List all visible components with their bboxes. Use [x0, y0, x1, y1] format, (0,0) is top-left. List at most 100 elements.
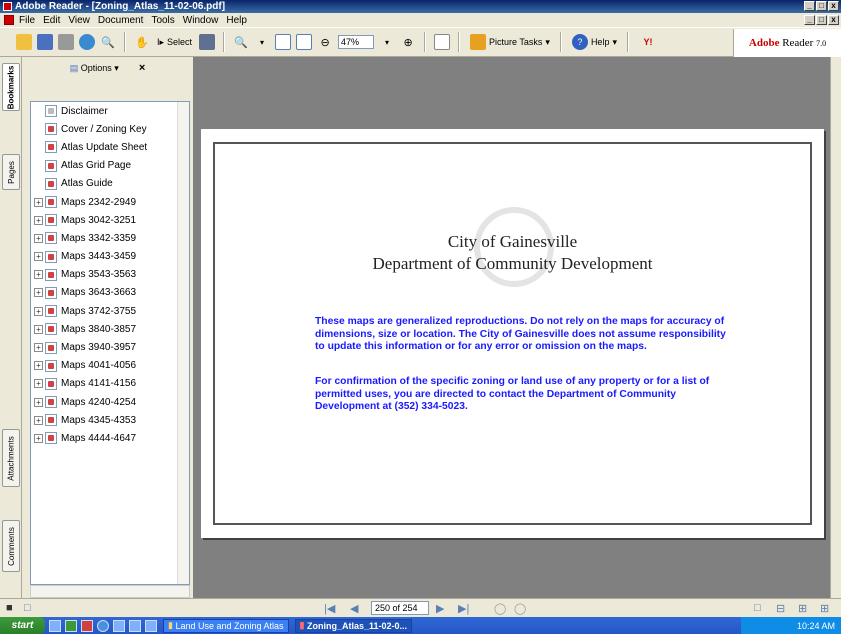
save-icon[interactable]	[37, 34, 53, 50]
previous-page-icon[interactable]: ◀	[350, 602, 358, 615]
select-tool-button[interactable]: I▸ Select	[155, 37, 194, 48]
taskbar-button-zoning-atlas[interactable]: ▮ Zoning_Atlas_11-02-0...	[294, 618, 413, 633]
expand-icon[interactable]: +	[34, 306, 43, 316]
bookmark-item[interactable]: + Maps 2342-2949	[31, 193, 189, 211]
print-icon[interactable]	[58, 34, 74, 50]
rotate-icon[interactable]	[434, 34, 451, 50]
bookmark-horizontal-scrollbar[interactable]	[30, 585, 190, 598]
zoom-input[interactable]: 47%	[338, 35, 375, 49]
expand-icon[interactable]: +	[34, 343, 43, 353]
quicklaunch-excel-icon[interactable]	[65, 619, 77, 632]
bookmark-item[interactable]: + Maps 4141-4156	[31, 375, 189, 393]
start-button[interactable]: start	[0, 617, 45, 634]
yahoo-toolbar-icon[interactable]: Y!	[637, 34, 659, 50]
expand-icon[interactable]: +	[34, 379, 43, 389]
bookmark-item[interactable]: + Maps 3742-3755	[31, 302, 189, 320]
tab-bookmarks[interactable]: Bookmarks	[2, 63, 20, 111]
quicklaunch-icon[interactable]	[113, 619, 125, 632]
tab-attachments[interactable]: Attachments	[2, 429, 20, 487]
document-viewport[interactable]: City of Gainesville Department of Commun…	[193, 57, 830, 598]
document-icon[interactable]	[4, 15, 14, 25]
menu-help[interactable]: Help	[226, 15, 247, 26]
picture-tasks-button[interactable]: Picture Tasks ▾	[468, 34, 552, 50]
search-icon[interactable]: 🔍	[100, 34, 116, 50]
bookmark-item[interactable]: + Maps 3840-3857	[31, 320, 189, 338]
bookmark-item[interactable]: Atlas Grid Page	[31, 157, 189, 175]
next-view-icon[interactable]: ◯	[514, 602, 526, 615]
actual-size-icon[interactable]	[275, 34, 292, 50]
zoom-in-icon[interactable]: ⊕	[400, 34, 416, 50]
doc-restore-button[interactable]: □	[816, 15, 827, 25]
open-icon[interactable]	[16, 34, 32, 50]
bookmark-item[interactable]: + Maps 3342-3359	[31, 229, 189, 247]
taskbar-button-land-use[interactable]: ▮ Land Use and Zoning Atlas	[163, 618, 289, 633]
document-vertical-scrollbar[interactable]	[830, 57, 841, 598]
quicklaunch-ie-icon[interactable]	[97, 619, 109, 632]
quicklaunch-word-icon[interactable]	[49, 619, 61, 632]
doc-close-button[interactable]: x	[828, 15, 839, 25]
menu-window[interactable]: Window	[183, 15, 219, 26]
expand-icon[interactable]: +	[34, 288, 43, 298]
bookmark-item[interactable]: + Maps 3443-3459	[31, 248, 189, 266]
close-panel-icon[interactable]: ×	[139, 62, 145, 74]
bookmark-item[interactable]: Cover / Zoning Key	[31, 120, 189, 138]
zoom-out-icon[interactable]: ⊖	[317, 34, 333, 50]
menu-edit[interactable]: Edit	[43, 15, 60, 26]
bookmark-item[interactable]: Atlas Update Sheet	[31, 138, 189, 156]
bookmark-item[interactable]: + Maps 3042-3251	[31, 211, 189, 229]
tab-comments[interactable]: Comments	[2, 520, 20, 572]
snap-icon[interactable]: □	[24, 602, 31, 614]
hand-tool-icon[interactable]: ✋	[134, 34, 150, 50]
bookmark-scrollbar[interactable]	[177, 102, 189, 584]
expand-icon[interactable]: +	[34, 233, 43, 243]
menu-document[interactable]: Document	[98, 15, 144, 26]
bookmark-item[interactable]: + Maps 3643-3663	[31, 284, 189, 302]
zoom-dropdown-icon[interactable]: ▾	[379, 34, 395, 50]
quicklaunch-icon[interactable]	[129, 619, 141, 632]
next-page-icon[interactable]: ▶	[436, 602, 444, 615]
expand-icon[interactable]: +	[34, 324, 43, 334]
bookmark-item[interactable]: + Maps 4444-4647	[31, 429, 189, 447]
expand-icon[interactable]: +	[34, 197, 43, 207]
doc-minimize-button[interactable]: _	[804, 15, 815, 25]
continuous-facing-icon[interactable]: ⊞	[820, 602, 829, 615]
minimize-button[interactable]: _	[804, 1, 815, 11]
close-button[interactable]: x	[828, 1, 839, 11]
menu-tools[interactable]: Tools	[151, 15, 174, 26]
fit-page-icon[interactable]	[296, 34, 313, 50]
expand-icon[interactable]: +	[34, 361, 43, 371]
expand-icon[interactable]: +	[34, 433, 43, 443]
menu-view[interactable]: View	[68, 15, 90, 26]
quicklaunch-powerpoint-icon[interactable]	[81, 619, 93, 632]
expand-icon[interactable]: +	[34, 270, 43, 280]
options-button[interactable]: ▤ Options ▾	[70, 63, 119, 74]
expand-icon[interactable]: +	[34, 215, 43, 225]
bookmark-item[interactable]: + Maps 4041-4056	[31, 357, 189, 375]
tab-pages[interactable]: Pages	[2, 154, 20, 190]
bookmark-item[interactable]: Atlas Guide	[31, 175, 189, 193]
first-page-icon[interactable]: |◀	[324, 602, 335, 615]
maximize-button[interactable]: □	[816, 1, 827, 11]
expand-icon[interactable]: +	[34, 252, 43, 262]
chevron-down-icon[interactable]: ▾	[254, 34, 270, 50]
expand-icon[interactable]: +	[34, 397, 43, 407]
bookmark-item[interactable]: Disclaimer	[31, 102, 189, 120]
expand-icon[interactable]: +	[34, 415, 43, 425]
menu-file[interactable]: File	[19, 15, 35, 26]
bookmark-item[interactable]: + Maps 4240-4254	[31, 393, 189, 411]
email-icon[interactable]	[79, 34, 95, 50]
clock[interactable]: 10:24 AM	[797, 621, 835, 631]
zoom-in-tool-icon[interactable]: 🔍	[233, 34, 249, 50]
bookmark-item[interactable]: + Maps 3940-3957	[31, 338, 189, 356]
single-page-icon[interactable]: □	[754, 602, 761, 614]
quicklaunch-icon[interactable]	[145, 619, 157, 632]
page-number-field[interactable]: 250 of 254	[371, 601, 429, 615]
facing-icon[interactable]: ⊞	[798, 602, 807, 615]
sticky-icon[interactable]: ■	[6, 602, 13, 614]
bookmark-item[interactable]: + Maps 4345-4353	[31, 411, 189, 429]
last-page-icon[interactable]: ▶|	[458, 602, 469, 615]
snapshot-icon[interactable]	[199, 34, 216, 50]
help-button[interactable]: ? Help ▾	[570, 34, 619, 50]
previous-view-icon[interactable]: ◯	[494, 602, 506, 615]
bookmark-item[interactable]: + Maps 3543-3563	[31, 266, 189, 284]
